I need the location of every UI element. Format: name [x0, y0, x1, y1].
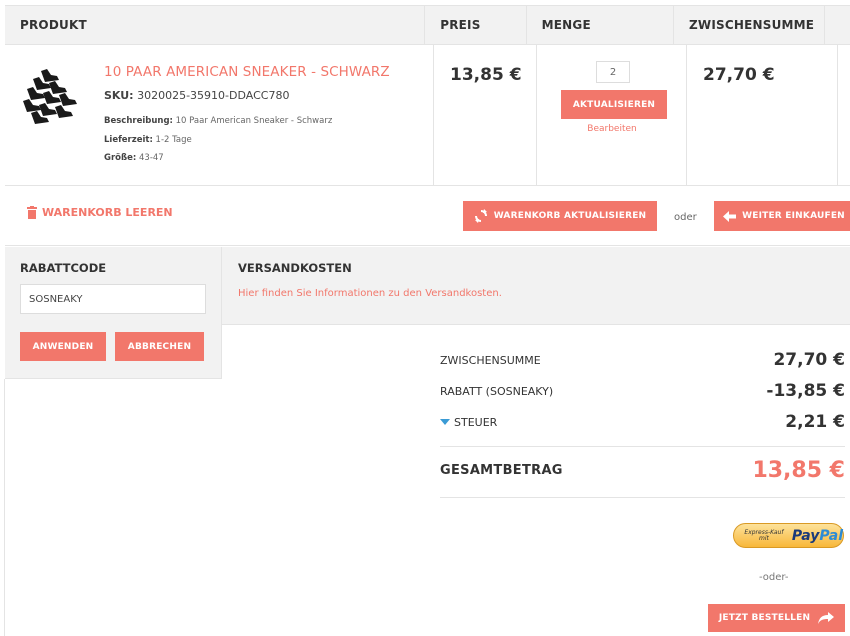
continue-shopping-button[interactable]: WEITER EINKAUFEN	[714, 201, 850, 231]
clear-cart-link[interactable]: WARENKORB LEEREN	[27, 206, 173, 219]
totals-discount-value: -13,85 €	[766, 381, 845, 401]
sku-value: 3020025-35910-DDACC780	[137, 89, 290, 102]
page-edge	[4, 379, 5, 636]
totals-subtotal-row: ZWISCHENSUMME 27,70 €	[440, 350, 845, 370]
continue-shopping-label: WEITER EINKAUFEN	[742, 211, 845, 221]
totals-discount-label: RABATT (SOSNEAKY)	[440, 384, 554, 398]
cart-actions: WARENKORB LEEREN WARENKORB AKTUALISIEREN…	[5, 186, 850, 246]
header-quantity: MENGE	[527, 6, 674, 44]
cart-table: PRODUKT PREIS MENGE ZWISCHENSUMME 10 PAA…	[5, 5, 850, 186]
grand-total-value: 13,85 €	[752, 458, 845, 483]
totals-tax-row: STEUER 2,21 €	[440, 412, 845, 432]
totals-tax-value: 2,21 €	[785, 412, 845, 432]
description-value: 10 Paar American Sneaker - Schwarz	[175, 116, 333, 126]
coupon-code-input[interactable]: SOSNEAKY	[20, 284, 206, 314]
paypal-express-button[interactable]: Express-Kauf mit PayPal	[733, 523, 844, 548]
delivery-label: Lieferzeit:	[104, 135, 153, 145]
or-text: oder	[674, 212, 697, 223]
shipping-title: VERSANDKOSTEN	[238, 261, 352, 275]
update-cart-label: WARENKORB AKTUALISIEREN	[493, 211, 647, 221]
paypal-pay: Pay	[791, 527, 820, 544]
sku-label: SKU:	[104, 89, 134, 102]
edit-link[interactable]: Bearbeiten	[537, 124, 687, 134]
trash-icon	[27, 206, 37, 219]
table-row: 10 PAAR AMERICAN SNEAKER - SCHWARZ SKU: …	[5, 45, 850, 186]
coupon-title: RABATTCODE	[20, 261, 107, 275]
totals-subtotal-label: ZWISCHENSUMME	[440, 353, 541, 367]
share-arrow-icon	[818, 612, 835, 624]
table-header: PRODUKT PREIS MENGE ZWISCHENSUMME	[5, 6, 850, 45]
delivery-value: 1-2 Tage	[155, 135, 192, 145]
grand-total-label: GESAMTBETRAG	[440, 463, 563, 478]
quantity-cell: AKTUALISIEREN Bearbeiten	[537, 45, 687, 185]
item-price: 13,85 €	[450, 65, 522, 85]
shipping-panel: VERSANDKOSTEN Hier finden Sie Informatio…	[222, 247, 850, 325]
refresh-icon	[474, 209, 487, 223]
checkout-or-text: -oder-	[759, 572, 789, 583]
update-cart-button[interactable]: WARENKORB AKTUALISIEREN	[463, 201, 657, 231]
order-now-label: JETZT BESTELLEN	[718, 613, 811, 623]
product-size: Größe: 43-47	[104, 153, 164, 163]
price-cell: 13,85 €	[434, 45, 537, 185]
totals-discount-row: RABATT (SOSNEAKY) -13,85 €	[440, 381, 845, 401]
update-item-button[interactable]: AKTUALISIEREN	[561, 90, 667, 119]
cancel-coupon-button[interactable]: ABBRECHEN	[115, 332, 204, 361]
product-cell: 10 PAAR AMERICAN SNEAKER - SCHWARZ SKU: …	[5, 45, 434, 185]
product-name-link[interactable]: 10 PAAR AMERICAN SNEAKER - SCHWARZ	[104, 64, 390, 80]
header-product: PRODUKT	[5, 6, 426, 44]
product-image[interactable]	[19, 65, 81, 127]
header-subtotal: ZWISCHENSUMME	[674, 6, 825, 44]
item-subtotal: 27,70 €	[703, 65, 775, 85]
subtotal-cell: 27,70 €	[687, 45, 838, 185]
quantity-input[interactable]	[596, 61, 630, 83]
totals-divider	[440, 446, 845, 447]
clear-cart-label: WARENKORB LEEREN	[42, 206, 173, 219]
order-now-button[interactable]: JETZT BESTELLEN	[708, 604, 845, 632]
header-price: PREIS	[425, 6, 527, 44]
caret-down-icon	[440, 419, 450, 425]
apply-coupon-button[interactable]: ANWENDEN	[20, 332, 106, 361]
header-extra	[825, 6, 850, 44]
description-label: Beschreibung:	[104, 116, 173, 126]
paypal-logo: PayPal	[792, 528, 843, 544]
size-label: Größe:	[104, 153, 137, 163]
grand-total-row: GESAMTBETRAG 13,85 €	[440, 458, 845, 483]
extra-cell	[838, 45, 850, 185]
tax-label: STEUER	[454, 415, 498, 429]
paypal-small-text: Express-Kauf mit	[744, 528, 784, 542]
product-sku: SKU: 3020025-35910-DDACC780	[104, 89, 289, 102]
arrow-left-icon	[723, 210, 737, 222]
size-value: 43-47	[139, 153, 164, 163]
paypal-pal: Pal	[819, 527, 843, 544]
product-delivery: Lieferzeit: 1-2 Tage	[104, 135, 192, 145]
tax-toggle[interactable]: STEUER	[440, 416, 497, 429]
shipping-info-link[interactable]: Hier finden Sie Informationen zu den Ver…	[238, 288, 502, 299]
totals-subtotal-value: 27,70 €	[773, 350, 845, 370]
coupon-panel: RABATTCODE SOSNEAKY ANWENDEN ABBRECHEN	[5, 247, 222, 379]
product-description: Beschreibung: 10 Paar American Sneaker -…	[104, 116, 332, 126]
grand-total-divider	[440, 497, 845, 498]
